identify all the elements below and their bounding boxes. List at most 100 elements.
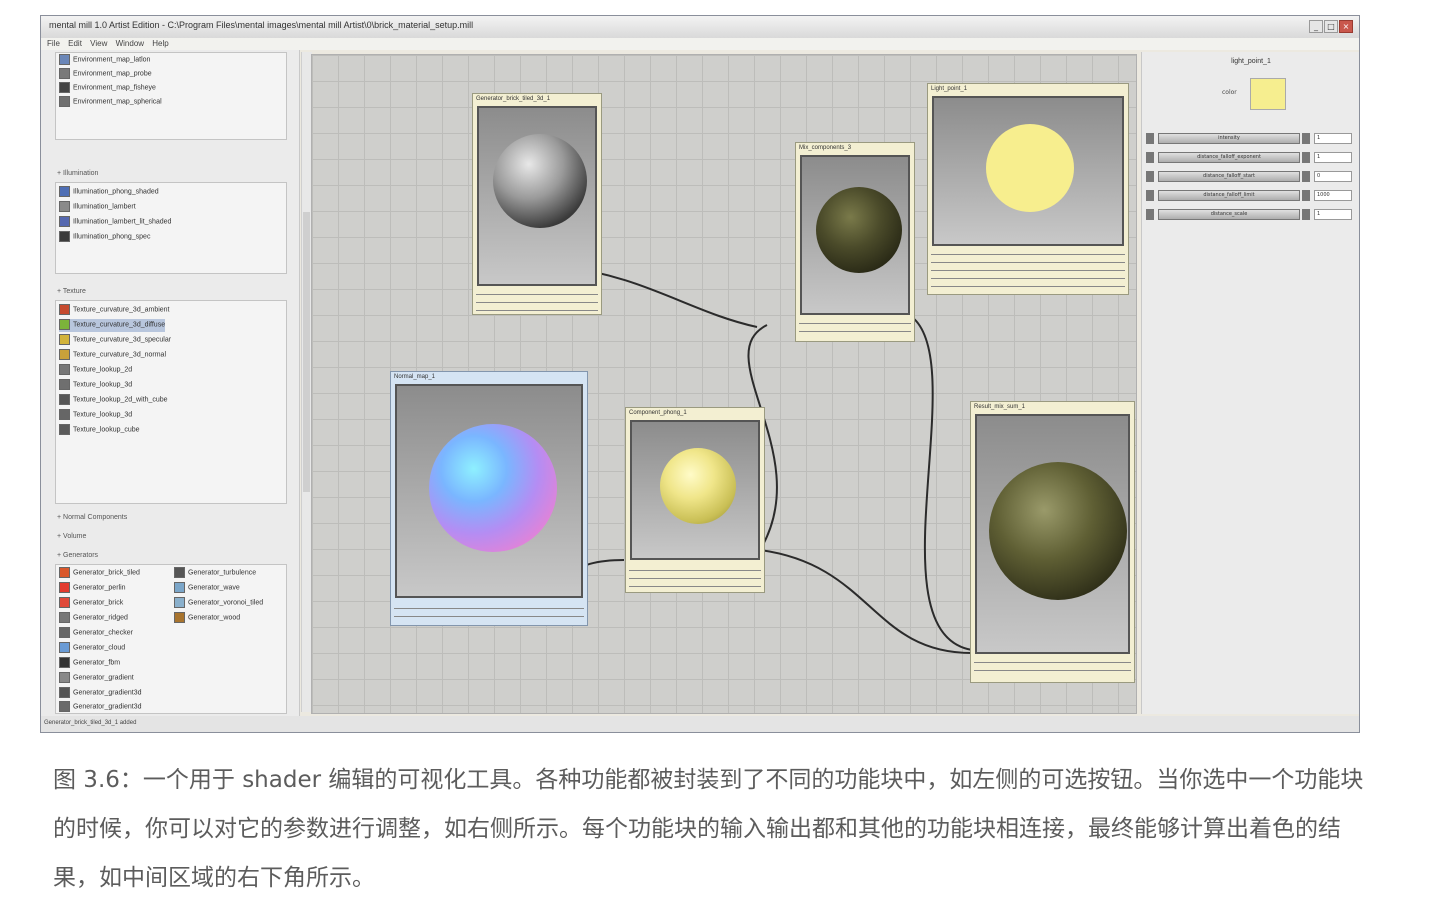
list-item[interactable]: Generator_brick	[59, 597, 123, 610]
node-brick-tiled[interactable]: Generator_brick_tiled_3d_1	[472, 93, 602, 315]
list-item[interactable]: Environment_map_fisheye	[59, 82, 156, 95]
list-item[interactable]: Generator_cloud	[59, 642, 125, 655]
phong-sphere-preview	[660, 448, 736, 524]
mix-sphere-preview	[816, 187, 902, 273]
param-row: distance_falloff_start 0	[1146, 170, 1354, 183]
node-phong[interactable]: Component_phong_1	[625, 407, 765, 593]
param-slider[interactable]: distance_falloff_start	[1158, 171, 1300, 182]
node-port-row[interactable]	[931, 274, 1125, 279]
increment-arrow-icon[interactable]	[1302, 209, 1310, 220]
node-port-row[interactable]	[394, 604, 584, 609]
list-item[interactable]: Texture_lookup_3d	[59, 409, 132, 422]
decrement-arrow-icon[interactable]	[1146, 133, 1154, 144]
list-item[interactable]: Generator_gradient3d	[59, 687, 142, 700]
node-port-row[interactable]	[476, 290, 598, 295]
node-port-row[interactable]	[476, 298, 598, 303]
node-port-row[interactable]	[931, 282, 1125, 287]
list-item[interactable]: Generator_wave	[174, 582, 240, 595]
menu-window[interactable]: Window	[116, 38, 144, 50]
list-item[interactable]: Generator_ridged	[59, 612, 128, 625]
node-port-row[interactable]	[799, 327, 911, 332]
list-item[interactable]: Generator_fbm	[59, 657, 120, 670]
list-item[interactable]: Generator_checker	[59, 627, 133, 640]
section-header-volume[interactable]: + Volume	[57, 533, 86, 540]
node-light-point[interactable]: Light_point_1	[927, 83, 1129, 295]
param-value-field[interactable]: 1	[1314, 209, 1352, 220]
list-item[interactable]: Environment_map_latlon	[59, 54, 150, 67]
list-item[interactable]: Generator_turbulence	[174, 567, 256, 580]
list-item[interactable]: Environment_map_probe	[59, 68, 152, 81]
swatch-icon	[59, 379, 70, 390]
section-header-texture[interactable]: + Texture	[57, 288, 86, 295]
list-item[interactable]: Texture_curvature_3d_specular	[59, 334, 171, 347]
node-port-row[interactable]	[476, 306, 598, 311]
node-normal-map[interactable]: Normal_map_1	[390, 371, 588, 626]
node-port-row[interactable]	[629, 566, 761, 571]
increment-arrow-icon[interactable]	[1302, 133, 1310, 144]
list-item[interactable]: Generator_wood	[174, 612, 240, 625]
swatch-icon	[59, 231, 70, 242]
increment-arrow-icon[interactable]	[1302, 171, 1310, 182]
list-item[interactable]: Texture_lookup_cube	[59, 424, 140, 437]
decrement-arrow-icon[interactable]	[1146, 190, 1154, 201]
list-item-selected[interactable]: Texture_curvature_3d_diffuse	[59, 319, 166, 332]
section-header-illumination[interactable]: + Illumination	[57, 170, 98, 177]
node-port-row[interactable]	[931, 258, 1125, 263]
node-port-row[interactable]	[931, 266, 1125, 271]
decrement-arrow-icon[interactable]	[1146, 171, 1154, 182]
node-mix-components[interactable]: Mix_components_3	[795, 142, 915, 342]
list-item[interactable]: Illumination_phong_shaded	[59, 186, 159, 199]
param-slider[interactable]: distance_scale	[1158, 209, 1300, 220]
param-value-field[interactable]: 1	[1314, 152, 1352, 163]
brick-sphere-preview	[493, 134, 587, 228]
list-item[interactable]: Illumination_phong_spec	[59, 231, 150, 244]
close-button[interactable]: ×	[1339, 20, 1353, 33]
swatch-icon	[59, 82, 70, 93]
param-slider[interactable]: distance_falloff_exponent	[1158, 152, 1300, 163]
param-slider[interactable]: distance_falloff_limit	[1158, 190, 1300, 201]
decrement-arrow-icon[interactable]	[1146, 152, 1154, 163]
list-item[interactable]: Generator_gradient	[59, 672, 134, 685]
node-port-row[interactable]	[629, 574, 761, 579]
list-item[interactable]: Generator_gradient3d	[59, 701, 142, 714]
param-value-field[interactable]: 0	[1314, 171, 1352, 182]
node-preview	[932, 96, 1124, 246]
list-item[interactable]: Texture_lookup_3d	[59, 379, 132, 392]
node-port-row[interactable]	[799, 319, 911, 324]
swatch-icon	[174, 582, 185, 593]
maximize-button[interactable]: □	[1324, 20, 1338, 33]
increment-arrow-icon[interactable]	[1302, 152, 1310, 163]
menu-help[interactable]: Help	[152, 38, 168, 50]
node-port-row[interactable]	[394, 612, 584, 617]
section-header-generators[interactable]: + Generators	[57, 552, 98, 559]
list-item[interactable]: Texture_curvature_3d_normal	[59, 349, 166, 362]
color-swatch[interactable]	[1250, 78, 1286, 110]
node-port-row[interactable]	[629, 582, 761, 587]
list-item[interactable]: Environment_map_spherical	[59, 96, 162, 109]
swatch-icon	[59, 216, 70, 227]
menu-view[interactable]: View	[90, 38, 107, 50]
list-item[interactable]: Illumination_lambert	[59, 201, 136, 214]
increment-arrow-icon[interactable]	[1302, 190, 1310, 201]
menu-file[interactable]: File	[47, 38, 60, 50]
node-result[interactable]: Result_mix_sum_1	[970, 401, 1135, 683]
list-item[interactable]: Generator_perlin	[59, 582, 126, 595]
minimize-button[interactable]: _	[1309, 20, 1323, 33]
list-item[interactable]: Texture_curvature_3d_ambient	[59, 304, 170, 317]
menu-edit[interactable]: Edit	[68, 38, 82, 50]
section-header-normal-components[interactable]: + Normal Components	[57, 514, 127, 521]
list-item[interactable]: Illumination_lambert_lit_shaded	[59, 216, 171, 229]
list-item[interactable]: Generator_voronoi_tiled	[174, 597, 263, 610]
node-port-row[interactable]	[974, 666, 1131, 671]
param-slider[interactable]: intensity	[1158, 133, 1300, 144]
list-item[interactable]: Generator_brick_tiled	[59, 567, 140, 580]
node-port-row[interactable]	[974, 658, 1131, 663]
node-graph-canvas[interactable]: Generator_brick_tiled_3d_1 Normal_map_1 …	[311, 54, 1137, 714]
list-item[interactable]: Texture_lookup_2d	[59, 364, 132, 377]
param-value-field[interactable]: 1	[1314, 133, 1352, 144]
decrement-arrow-icon[interactable]	[1146, 209, 1154, 220]
scrollbar-thumb[interactable]	[303, 212, 310, 492]
node-port-row[interactable]	[931, 250, 1125, 255]
list-item[interactable]: Texture_lookup_2d_with_cube	[59, 394, 168, 407]
param-value-field[interactable]: 1000	[1314, 190, 1352, 201]
